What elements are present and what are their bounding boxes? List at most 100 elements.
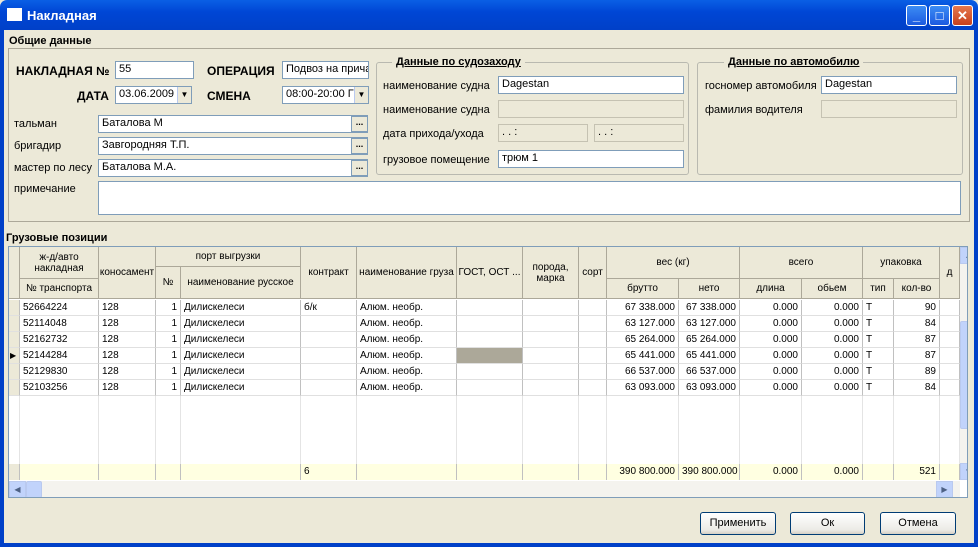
cell-volume[interactable]: 0.000 [802,348,863,364]
cell-gost[interactable] [457,300,523,316]
cell-ntr[interactable]: 52664224 [20,300,99,316]
col-net-header[interactable]: нето [679,279,740,299]
col-sort-header[interactable]: сорт [579,247,607,299]
cell-n[interactable]: 1 [156,300,181,316]
cell-gost[interactable] [457,348,523,364]
cell-type[interactable]: T [863,380,894,396]
cell-net[interactable]: 67 338.000 [679,300,740,316]
driver-input[interactable] [821,100,957,118]
col-ntr-header[interactable]: № транспорта [20,279,99,299]
cell-n[interactable]: 1 [156,364,181,380]
cell-breed[interactable] [523,300,579,316]
col-contract-header[interactable]: контракт [301,247,357,299]
cell-kon[interactable]: 128 [99,380,156,396]
ok-button[interactable]: Ок [790,512,865,535]
cell-volume[interactable]: 0.000 [802,332,863,348]
cell-breed[interactable] [523,316,579,332]
cell-d[interactable] [940,332,960,348]
brigadir-input[interactable]: Завгородняя Т.П. [98,137,368,155]
cell-cargo[interactable]: Алюм. необр. [357,316,457,332]
cell-length[interactable]: 0.000 [740,380,802,396]
operation-select[interactable]: Подвоз на прича [282,61,369,79]
cell-net[interactable]: 65 264.000 [679,332,740,348]
cell-ntr[interactable]: 52114048 [20,316,99,332]
cell-contract[interactable] [301,332,357,348]
cell-gross[interactable]: 67 338.000 [607,300,679,316]
cell-cargo[interactable]: Алюм. необр. [357,348,457,364]
cell-net[interactable]: 63 093.000 [679,380,740,396]
cell-port[interactable]: Дилискелеси [181,332,301,348]
row-indicator[interactable]: ▶ [9,348,20,364]
cell-sort[interactable] [579,300,607,316]
cell-net[interactable]: 65 441.000 [679,348,740,364]
row-indicator[interactable] [9,316,20,332]
brigadir-ellipsis-button[interactable]: ... [351,138,368,154]
cell-kon[interactable]: 128 [99,348,156,364]
cell-kon[interactable]: 128 [99,364,156,380]
col-port-name-header[interactable]: наименование русское [181,267,301,299]
cell-length[interactable]: 0.000 [740,348,802,364]
col-pack-header[interactable]: упаковка [863,247,940,279]
cell-d[interactable] [940,316,960,332]
cell-gost[interactable] [457,364,523,380]
cell-gross[interactable]: 65 264.000 [607,332,679,348]
col-port-header[interactable]: порт выгрузки [156,247,301,267]
cell-n[interactable]: 1 [156,316,181,332]
row-indicator[interactable] [9,364,20,380]
cell-type[interactable]: T [863,348,894,364]
nakl-number-input[interactable]: 55 [115,61,194,79]
cell-qty[interactable]: 87 [894,332,940,348]
cell-breed[interactable] [523,364,579,380]
cell-qty[interactable]: 89 [894,364,940,380]
cell-gross[interactable]: 63 127.000 [607,316,679,332]
col-length-header[interactable]: длина [740,279,802,299]
cell-d[interactable] [940,364,960,380]
cell-d[interactable] [940,348,960,364]
cell-sort[interactable] [579,332,607,348]
master-input[interactable]: Баталова М.А. [98,159,368,177]
horizontal-scrollbar[interactable]: ◀ ▶ [9,481,960,497]
cell-contract[interactable]: б/к [301,300,357,316]
cell-gross[interactable]: 65 441.000 [607,348,679,364]
cell-net[interactable]: 63 127.000 [679,316,740,332]
cell-breed[interactable] [523,348,579,364]
cell-kon[interactable]: 128 [99,332,156,348]
cell-n[interactable]: 1 [156,332,181,348]
cell-breed[interactable] [523,380,579,396]
cell-net[interactable]: 66 537.000 [679,364,740,380]
talman-input[interactable]: Баталова М [98,115,368,133]
cell-cargo[interactable]: Алюм. необр. [357,380,457,396]
plate-input[interactable]: Dagestan [821,76,957,94]
cell-cargo[interactable]: Алюм. необр. [357,300,457,316]
scroll-left-icon[interactable]: ◀ [9,481,26,497]
vessel-name2-input[interactable] [498,100,684,118]
minimize-button[interactable]: _ [906,5,927,26]
apply-button[interactable]: Применить [700,512,776,535]
maximize-button[interactable]: □ [929,5,950,26]
cell-contract[interactable] [301,316,357,332]
cargo-grid[interactable]: ж-д/авто накладная № транспорта коносаме… [8,246,968,498]
cell-ntr[interactable]: 52103256 [20,380,99,396]
cell-gross[interactable]: 63 093.000 [607,380,679,396]
date-dropdown-icon[interactable]: ▼ [177,87,191,103]
cell-n[interactable]: 1 [156,348,181,364]
cell-breed[interactable] [523,332,579,348]
cell-length[interactable]: 0.000 [740,364,802,380]
departure-date-input[interactable]: . . : [594,124,684,142]
cell-volume[interactable]: 0.000 [802,316,863,332]
col-gost-header[interactable]: ГОСТ, ОСТ ... [457,247,523,299]
close-button[interactable]: ✕ [952,5,973,26]
cell-port[interactable]: Дилискелеси [181,316,301,332]
cell-volume[interactable]: 0.000 [802,364,863,380]
cell-type[interactable]: T [863,364,894,380]
cell-volume[interactable]: 0.000 [802,300,863,316]
master-ellipsis-button[interactable]: ... [351,160,368,176]
cell-gost[interactable] [457,380,523,396]
talman-ellipsis-button[interactable]: ... [351,116,368,132]
title-bar[interactable]: Накладная _ □ ✕ [0,0,978,30]
vessel-name-input[interactable]: Dagestan [498,76,684,94]
cell-d[interactable] [940,380,960,396]
cell-type[interactable]: T [863,332,894,348]
col-n-header[interactable]: № [156,267,181,299]
cell-qty[interactable]: 90 [894,300,940,316]
